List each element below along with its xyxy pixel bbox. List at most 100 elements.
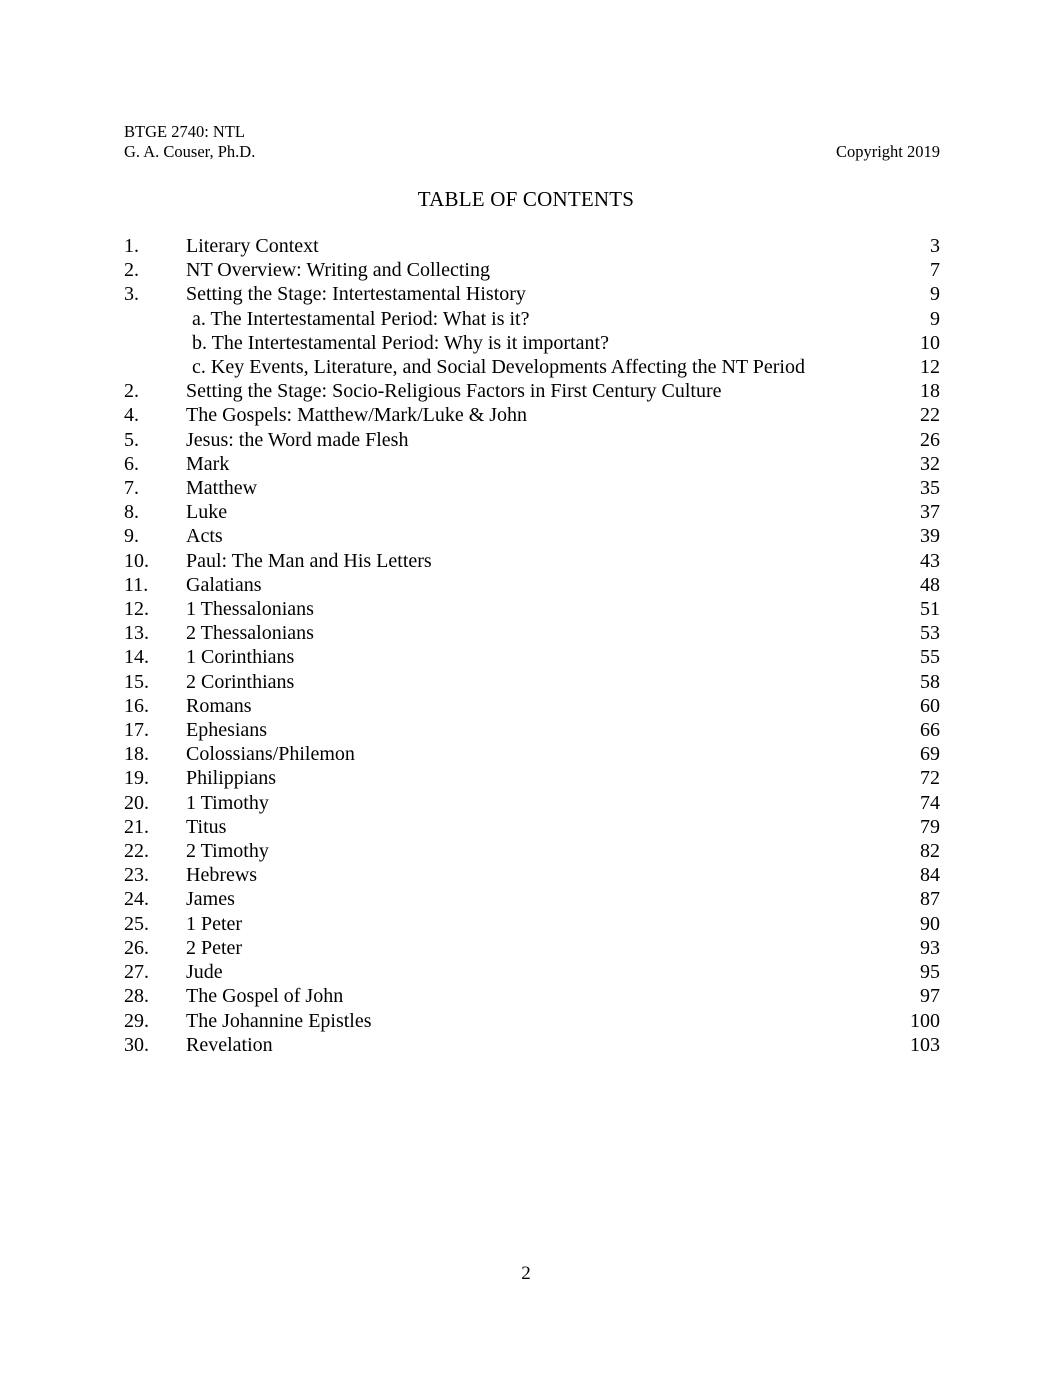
toc-entry-number: 9.: [124, 525, 139, 548]
toc-entry-row[interactable]: 1. Literary Context 3: [124, 234, 940, 258]
toc-entry-row[interactable]: 27. Jude 95: [124, 960, 940, 984]
toc-entry-page-number: 103: [910, 1033, 940, 1056]
toc-entry-row[interactable]: 26. 2 Peter 93: [124, 936, 940, 960]
toc-entry-title: 2 Peter: [186, 936, 243, 959]
toc-entry-page-number: 3: [930, 235, 940, 257]
toc-entry-number: 23.: [124, 864, 149, 887]
toc-entry-page-number: 82: [920, 840, 940, 863]
document-header: BTGE 2740: NTL G. A. Couser, Ph.D. Copyr…: [124, 122, 940, 162]
toc-entry-row[interactable]: 10. Paul: The Man and His Letters 43: [124, 549, 940, 573]
toc-entry-number: 28.: [124, 985, 149, 1008]
toc-entry-number: 13.: [124, 622, 149, 645]
toc-entry-row[interactable]: 11. Galatians 48: [124, 573, 940, 597]
toc-entry-number: 5.: [124, 428, 139, 451]
toc-entry-number: 26.: [124, 936, 149, 959]
toc-subentry-row[interactable]: a. The Intertestamental Period: What is …: [124, 307, 940, 331]
toc-entry-number: 18.: [124, 743, 149, 766]
toc-entry-row[interactable]: 23. Hebrews 84: [124, 863, 940, 887]
toc-entry-row[interactable]: 16. Romans 60: [124, 694, 940, 718]
toc-entry-page-number: 60: [920, 694, 940, 717]
toc-entry-row[interactable]: 29. The Johannine Epistles 100: [124, 1009, 940, 1033]
toc-entry-page-number: 93: [920, 936, 940, 959]
course-code: BTGE 2740: NTL: [124, 122, 245, 141]
toc-entry-row[interactable]: 20. 1 Timothy 74: [124, 791, 940, 815]
toc-entry-row[interactable]: 8. Luke 37: [124, 500, 940, 524]
toc-entry-title: 2 Thessalonians: [186, 622, 314, 645]
toc-entry-title: Mark: [186, 452, 230, 475]
toc-entry-row[interactable]: 4. The Gospels: Matthew/Mark/Luke & John 2…: [124, 403, 940, 427]
toc-entry-row[interactable]: 18. Colossians/Philemon 69: [124, 742, 940, 766]
toc-entry-number: 22.: [124, 840, 149, 863]
toc-entry-row[interactable]: 7. Matthew 35: [124, 476, 940, 500]
toc-entry-number: 2.: [124, 380, 139, 403]
toc-entry-page-number: 35: [920, 477, 940, 500]
toc-entry-title: a. The Intertestamental Period: What is …: [192, 307, 530, 330]
toc-entry-number: 17.: [124, 719, 149, 742]
toc-entry-number: 24.: [124, 888, 149, 911]
toc-entry-title: Titus: [186, 815, 227, 838]
toc-entry-row[interactable]: 22. 2 Timothy 82: [124, 839, 940, 863]
toc-entry-row[interactable]: 3. Setting the Stage: Intertestamental Hi…: [124, 282, 940, 306]
toc-entry-row[interactable]: 14. 1 Corinthians 55: [124, 645, 940, 669]
header-line-course: BTGE 2740: NTL: [124, 122, 940, 142]
toc-entry-number: 10.: [124, 549, 149, 572]
toc-entry-page-number: 69: [920, 743, 940, 766]
toc-entry-number: 25.: [124, 912, 149, 935]
toc-entry-row[interactable]: 13. 2 Thessalonians 53: [124, 621, 940, 645]
toc-entry-row[interactable]: 15. 2 Corinthians 58: [124, 670, 940, 694]
toc-entry-title: Hebrews: [186, 864, 258, 887]
toc-entry-page-number: 26: [920, 428, 940, 451]
toc-entry-page-number: 97: [920, 985, 940, 1008]
toc-entry-page-number: 84: [920, 864, 940, 887]
toc-entry-number: 14.: [124, 646, 149, 669]
toc-entry-page-number: 55: [920, 646, 940, 669]
toc-entry-page-number: 74: [920, 791, 940, 814]
toc-entry-title: NT Overview: Writing and Collecting: [186, 259, 490, 282]
toc-entry-title: Ephesians: [186, 719, 268, 742]
toc-entry-row[interactable]: 5. Jesus: the Word made Flesh 26: [124, 428, 940, 452]
toc-entry-title: 1 Corinthians: [186, 646, 295, 669]
toc-entry-title: Colossians/Philemon: [186, 743, 355, 766]
toc-entry-row[interactable]: 6. Mark 32: [124, 452, 940, 476]
toc-entry-number: 11.: [124, 573, 149, 596]
toc-entry-title: 2 Timothy: [186, 840, 269, 863]
toc-entry-row[interactable]: 25. 1 Peter 90: [124, 912, 940, 936]
toc-entry-title: Philippians: [186, 767, 277, 790]
toc-entry-title: Revelation: [186, 1033, 273, 1056]
toc-subentry-row[interactable]: c. Key Events, Literature, and Social De…: [124, 355, 940, 379]
toc-entry-row[interactable]: 9. Acts 39: [124, 524, 940, 548]
toc-entry-number: 8.: [124, 501, 139, 524]
toc-entry-title: 1 Thessalonians: [186, 598, 314, 621]
toc-entry-title: Setting the Stage: Intertestamental Hist…: [186, 283, 526, 306]
toc-entry-row[interactable]: 21. Titus 79: [124, 815, 940, 839]
toc-entry-page-number: 32: [920, 452, 940, 475]
toc-entry-number: 20.: [124, 791, 149, 814]
toc-entry-row[interactable]: 12. 1 Thessalonians 51: [124, 597, 940, 621]
toc-entry-row[interactable]: 24. James 87: [124, 887, 940, 911]
toc-entry-number: 2.: [124, 259, 139, 282]
toc-entry-page-number: 53: [920, 622, 940, 645]
toc-entry-title: Romans: [186, 694, 252, 717]
toc-entry-number: 6.: [124, 452, 139, 475]
toc-entry-title: Jude: [186, 961, 223, 984]
toc-entry-number: 7.: [124, 477, 139, 500]
toc-entry-page-number: 48: [920, 573, 940, 596]
header-line-author: G. A. Couser, Ph.D. Copyright 2019: [124, 142, 940, 162]
toc-entry-page-number: 18: [920, 380, 940, 403]
toc-entry-title: b. The Intertestamental Period: Why is i…: [192, 331, 609, 354]
toc-entry-row[interactable]: 30. Revelation 103: [124, 1033, 940, 1057]
toc-entry-title: The Gospels: Matthew/Mark/Luke & John: [186, 404, 528, 427]
toc-entry-row[interactable]: 2. Setting the Stage: Socio-Religious Fac…: [124, 379, 940, 403]
toc-entry-page-number: 66: [920, 719, 940, 742]
toc-entry-title: James: [186, 888, 235, 911]
toc-entry-page-number: 9: [930, 283, 940, 306]
toc-entry-row[interactable]: 2. NT Overview: Writing and Collecting 7: [124, 258, 940, 282]
toc-subentry-row[interactable]: b. The Intertestamental Period: Why is i…: [124, 331, 940, 355]
toc-entry-title: 1 Timothy: [186, 791, 269, 814]
toc-entry-row[interactable]: 28. The Gospel of John 97: [124, 984, 940, 1008]
toc-entry-page-number: 9: [930, 307, 940, 330]
toc-entry-row[interactable]: 19. Philippians 72: [124, 766, 940, 790]
toc-entry-row[interactable]: 17. Ephesians 66: [124, 718, 940, 742]
toc-entry-number: 30.: [124, 1033, 149, 1056]
toc-entry-title: The Johannine Epistles: [186, 1009, 372, 1032]
